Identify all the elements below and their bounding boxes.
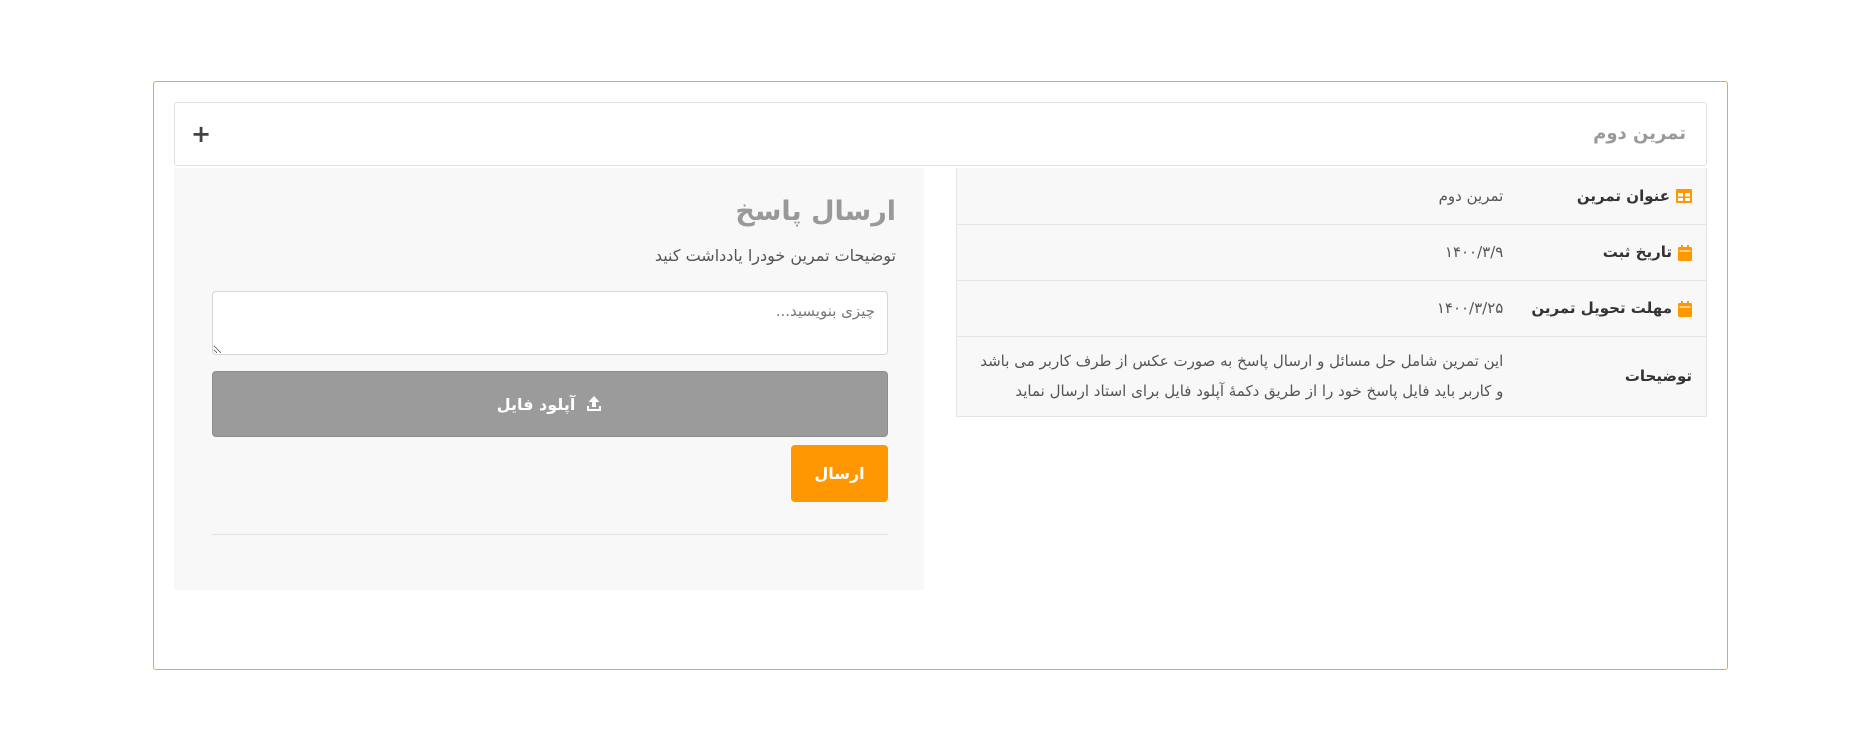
table-icon	[1676, 189, 1692, 204]
upload-file-button[interactable]: آپلود فایل	[212, 371, 888, 437]
detail-value: ۱۴۰۰/۳/۲۵	[956, 280, 1518, 337]
detail-label: عنوان تمرین	[1517, 168, 1707, 225]
accordion-title: تمرین دوم	[1593, 123, 1686, 144]
detail-label: تاریخ ثبت	[1517, 224, 1707, 281]
detail-label: مهلت تحویل تمرین	[1517, 280, 1707, 337]
detail-value: ۱۴۰۰/۳/۹	[956, 224, 1518, 281]
table-row: مهلت تحویل تمرین ۱۴۰۰/۳/۲۵	[956, 280, 1707, 337]
assignment-details-table: عنوان تمرین تمرین دوم تاریخ ثبت ۱۴۰۰/۳/۹	[956, 168, 1707, 417]
upload-icon	[587, 396, 602, 411]
submit-button[interactable]: ارسال	[791, 445, 888, 502]
table-row: تاریخ ثبت ۱۴۰۰/۳/۹	[956, 224, 1707, 281]
calendar-icon	[1678, 300, 1692, 317]
expand-toggle-icon[interactable]: +	[191, 103, 211, 165]
table-row: عنوان تمرین تمرین دوم	[956, 168, 1707, 225]
accordion-header[interactable]: تمرین دوم +	[174, 102, 1707, 166]
table-row: توضیحات این تمرین شامل حل مسائل و ارسال …	[956, 336, 1707, 417]
detail-value: این تمرین شامل حل مسائل و ارسال پاسخ به …	[956, 336, 1518, 417]
answer-panel-title: ارسال پاسخ	[735, 196, 896, 227]
detail-label: توضیحات	[1517, 336, 1707, 417]
calendar-icon	[1678, 244, 1692, 261]
divider	[212, 534, 888, 535]
answer-panel-subtitle: توضیحات تمرین خودرا یادداشت کنید	[654, 246, 896, 265]
upload-file-label: آپلود فایل	[496, 394, 576, 414]
answer-textarea[interactable]	[212, 291, 888, 355]
assignment-card: تمرین دوم + ارسال پاسخ توضیحات تمرین خود…	[153, 81, 1728, 670]
answer-panel: ارسال پاسخ توضیحات تمرین خودرا یادداشت ک…	[174, 168, 924, 590]
detail-value: تمرین دوم	[956, 168, 1518, 225]
